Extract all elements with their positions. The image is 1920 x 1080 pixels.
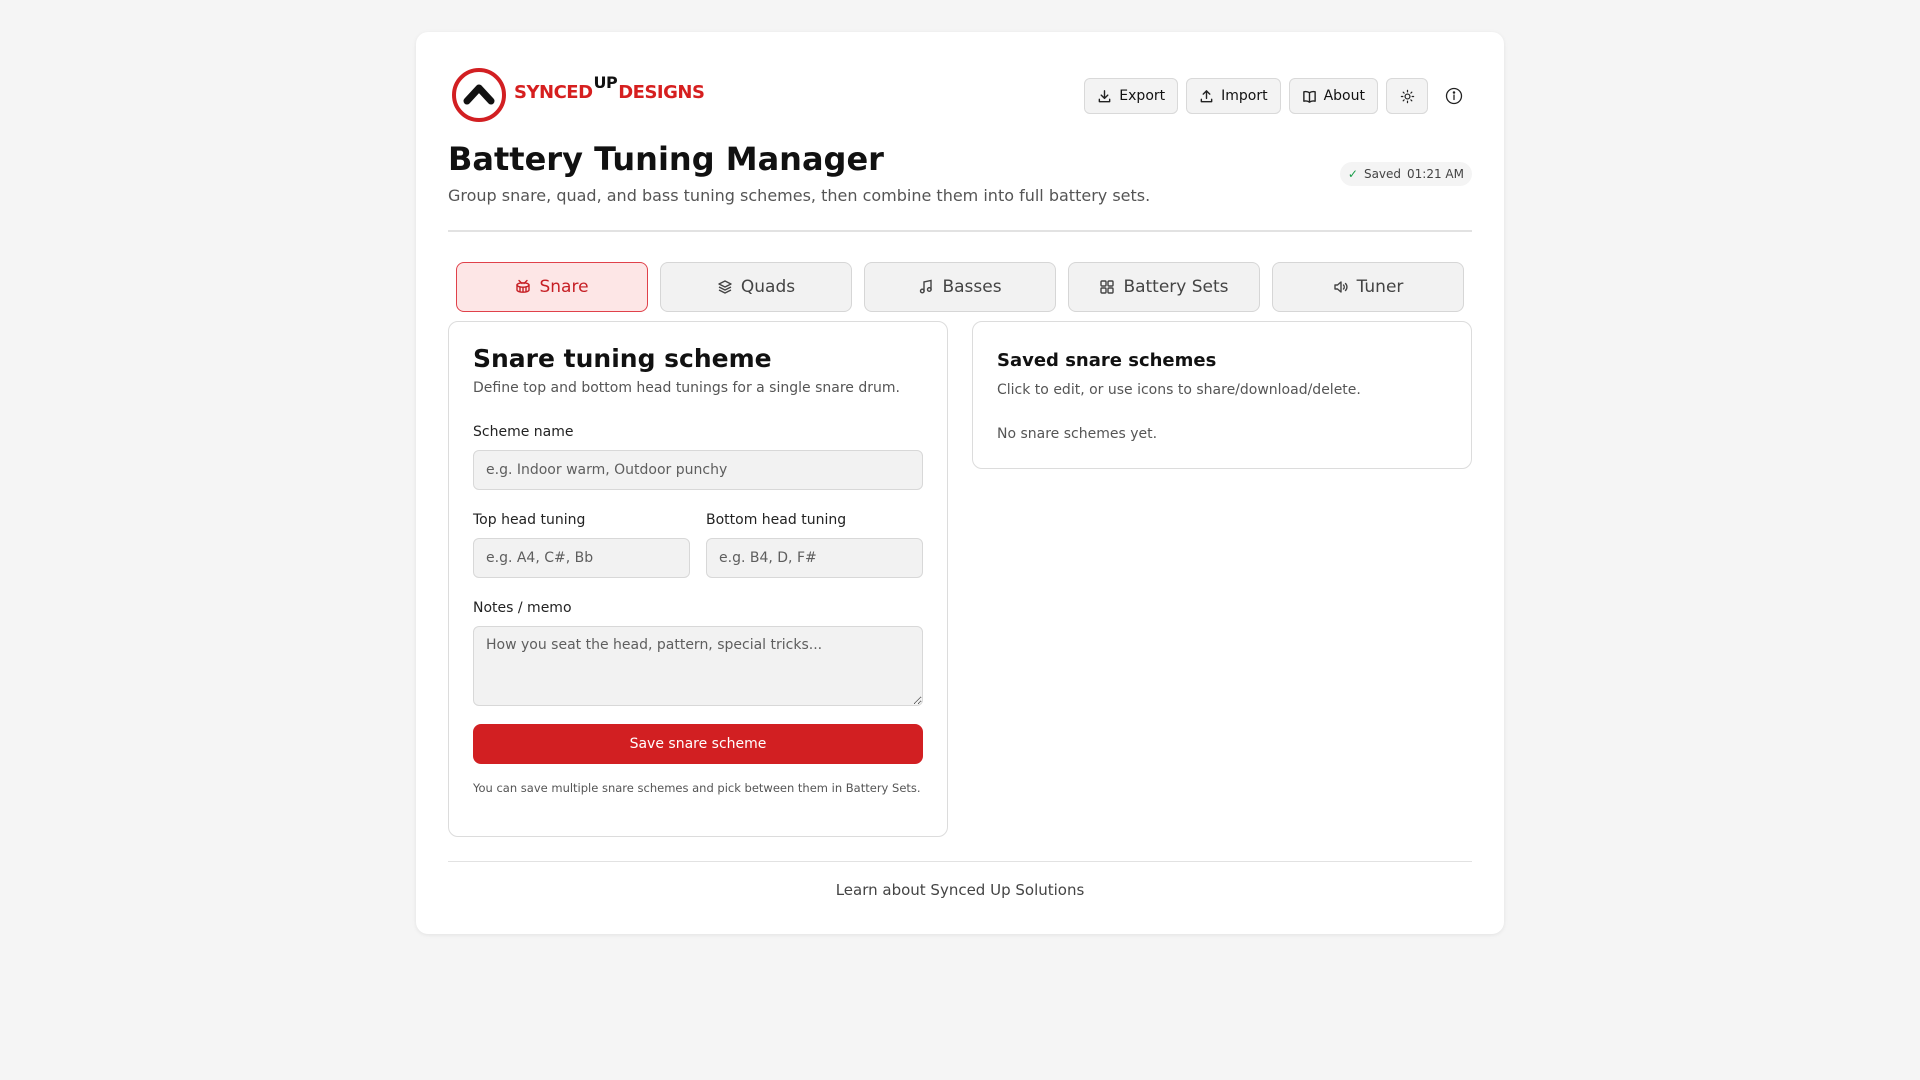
top-head-input[interactable] — [473, 538, 690, 578]
header-divider — [448, 230, 1472, 232]
top-head-label: Top head tuning — [473, 512, 586, 528]
tab-tuner-label: Tuner — [1356, 277, 1404, 297]
drum-icon — [516, 279, 531, 293]
tab-snare[interactable]: Snare — [456, 262, 648, 312]
info-icon — [1445, 87, 1463, 105]
speaker-icon — [1333, 281, 1348, 293]
main-card: SYNCEDUPDESIGNS Export Import About Batt… — [416, 32, 1504, 934]
saved-label: Saved — [1363, 167, 1402, 181]
tab-snare-label: Snare — [539, 277, 589, 297]
bottom-head-label: Bottom head tuning — [706, 512, 847, 528]
tab-basses-label: Basses — [942, 277, 1002, 297]
footer-divider — [448, 861, 1472, 862]
tab-basses[interactable]: Basses — [864, 262, 1056, 312]
toolbar: Export Import About — [1084, 78, 1472, 114]
upload-icon — [1200, 89, 1213, 102]
import-button[interactable]: Import — [1186, 78, 1281, 114]
form-description: Define top and bottom head tunings for a… — [473, 380, 900, 396]
tab-bar: Snare Quads Basses Battery Sets Tuner — [456, 262, 1464, 312]
notes-label: Notes / memo — [473, 600, 572, 616]
tab-battery-sets-label: Battery Sets — [1123, 277, 1229, 297]
layers-icon — [718, 280, 732, 294]
save-snare-scheme-button[interactable]: Save snare scheme — [473, 724, 923, 764]
brand-wordmark: SYNCEDUPDESIGNS — [514, 73, 705, 103]
saved-schemes-description: Click to edit, or use icons to share/dow… — [997, 382, 1361, 398]
saved-schemes-panel: Saved snare schemes Click to edit, or us… — [972, 321, 1472, 469]
tab-quads-label: Quads — [740, 277, 796, 297]
import-label: Import — [1221, 88, 1268, 104]
tab-tuner[interactable]: Tuner — [1272, 262, 1464, 312]
snare-form-panel: Snare tuning scheme Define top and botto… — [448, 321, 948, 837]
logo-chevron-icon — [452, 68, 506, 122]
bottom-head-input[interactable] — [706, 538, 923, 578]
empty-state-text: No snare schemes yet. — [997, 426, 1158, 442]
form-title: Snare tuning scheme — [473, 344, 772, 373]
about-button[interactable]: About — [1288, 78, 1378, 114]
saved-time: 01:21 AM — [1407, 167, 1464, 181]
page-subtitle: Group snare, quad, and bass tuning schem… — [448, 186, 1151, 205]
book-icon — [1302, 90, 1316, 103]
theme-toggle-button[interactable] — [1386, 78, 1428, 114]
footer-link[interactable]: Learn about Synced Up Solutions — [416, 881, 1504, 899]
page-title: Battery Tuning Manager — [448, 140, 884, 178]
download-icon — [1098, 89, 1111, 102]
export-label: Export — [1119, 88, 1166, 104]
tab-quads[interactable]: Quads — [660, 262, 852, 312]
scheme-name-input[interactable] — [473, 450, 923, 490]
saved-schemes-title: Saved snare schemes — [997, 350, 1217, 371]
check-icon: ✓ — [1347, 167, 1358, 181]
saved-status-badge: ✓ Saved 01:21 AM — [1339, 162, 1472, 186]
scheme-name-label: Scheme name — [473, 424, 574, 440]
notes-textarea[interactable] — [473, 626, 923, 706]
grid-icon — [1100, 280, 1115, 294]
form-hint: You can save multiple snare schemes and … — [473, 781, 921, 795]
music-note-icon — [920, 279, 933, 294]
tab-battery-sets[interactable]: Battery Sets — [1068, 262, 1260, 312]
about-label: About — [1323, 88, 1365, 104]
export-button[interactable]: Export — [1084, 78, 1179, 114]
brand-logo: SYNCEDUPDESIGNS — [450, 66, 705, 124]
sun-icon — [1400, 89, 1414, 103]
info-button[interactable] — [1436, 78, 1472, 114]
